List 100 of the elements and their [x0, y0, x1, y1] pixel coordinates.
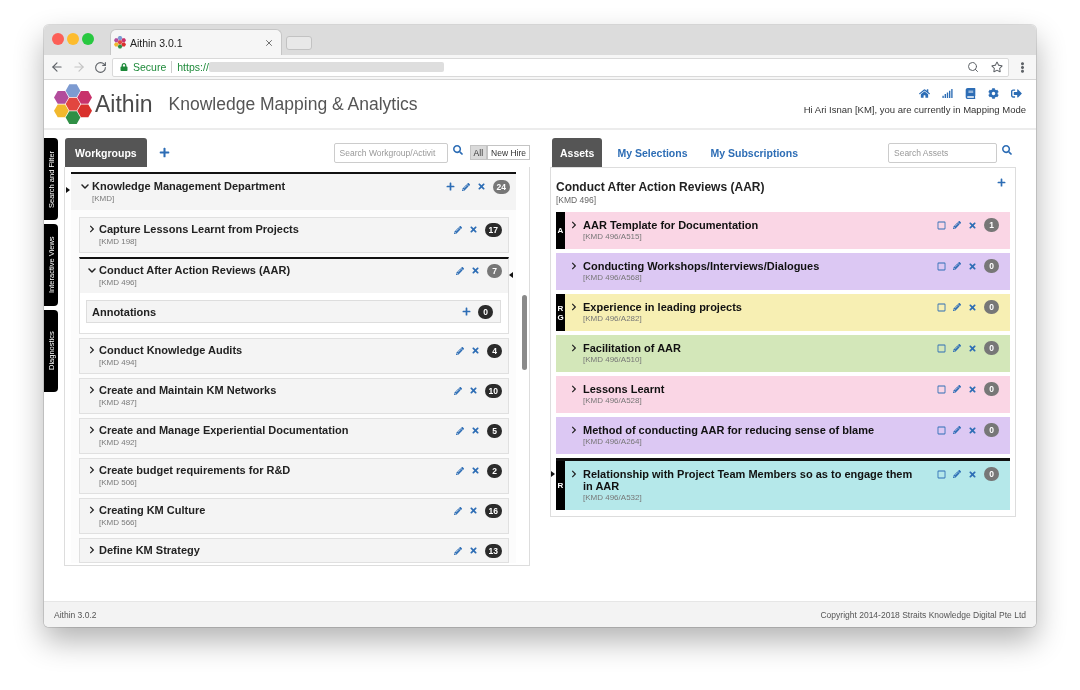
chevron-down-icon[interactable]	[88, 266, 96, 275]
address-field[interactable]: Secure https://	[112, 57, 1009, 77]
close-icon[interactable]	[968, 469, 977, 479]
chevron-right-icon[interactable]	[88, 426, 96, 434]
filter-button[interactable]: New Hire	[487, 145, 530, 160]
activity-card[interactable]: Creating KM Culture [KMD 566] 16	[79, 498, 509, 534]
edit-icon[interactable]	[453, 225, 462, 234]
chevron-right-icon[interactable]	[570, 344, 578, 352]
close-icon[interactable]	[968, 425, 977, 435]
chevron-right-icon[interactable]	[570, 385, 578, 393]
count-badge: 4	[487, 343, 502, 358]
edit-icon[interactable]	[456, 466, 464, 475]
chevron-right-icon[interactable]	[570, 426, 578, 434]
edit-icon[interactable]	[456, 346, 464, 355]
plus-icon[interactable]	[462, 307, 471, 316]
reload-icon[interactable]	[94, 60, 107, 74]
star-icon[interactable]	[991, 61, 1003, 73]
edit-icon[interactable]	[953, 385, 961, 393]
search-icon[interactable]	[1002, 144, 1012, 155]
asset-title: Conducting Workshops/Interviews/Dialogues	[583, 260, 821, 272]
activity-card[interactable]: Conduct Knowledge Audits [KMD 494] 4	[79, 338, 509, 374]
activity-card[interactable]: Define KM Strategy 13	[79, 538, 509, 563]
asset-row[interactable]: Conducting Workshops/Interviews/Dialogues [KMD 496/A568] 0	[556, 253, 1010, 290]
chevron-right-icon[interactable]	[88, 466, 96, 474]
close-icon[interactable]	[468, 506, 478, 515]
count-badge: 16	[484, 503, 502, 518]
activity-card[interactable]: Create and Maintain KM Networks [KMD 487] 10	[79, 378, 509, 414]
chevron-right-icon[interactable]	[88, 546, 96, 554]
close-icon[interactable]	[468, 225, 478, 234]
close-icon[interactable]	[471, 466, 480, 475]
activity-code: [KMD 494]	[99, 357, 138, 368]
chevron-right-icon[interactable]	[570, 303, 578, 311]
chevron-right-icon[interactable]	[88, 386, 96, 394]
close-icon[interactable]	[476, 182, 486, 191]
close-icon[interactable]	[471, 346, 480, 355]
edit-icon[interactable]	[453, 386, 462, 395]
edit-icon[interactable]	[456, 426, 464, 435]
asset-row[interactable]: A AAR Template for Documentation [KMD 496/A515] 1	[556, 212, 1010, 249]
panel-tab[interactable]: My Subscriptions	[702, 138, 806, 167]
close-icon[interactable]	[468, 386, 478, 395]
edit-icon[interactable]	[953, 262, 961, 270]
edit-icon[interactable]	[453, 506, 462, 515]
edit-icon[interactable]	[953, 426, 961, 434]
chevron-right-icon[interactable]	[570, 262, 578, 270]
activity-title: Capture Lessons Learnt from Projects	[99, 223, 300, 236]
book-icon[interactable]	[965, 88, 976, 99]
triangle-pointer-icon	[509, 272, 513, 278]
edit-icon[interactable]	[953, 221, 961, 229]
chevron-right-icon[interactable]	[88, 346, 96, 354]
search-icon[interactable]	[452, 144, 463, 155]
chevron-right-icon[interactable]	[88, 225, 96, 233]
sign-out-icon[interactable]	[1011, 88, 1022, 99]
close-icon[interactable]	[264, 37, 274, 48]
asset-row[interactable]: R G Experience in leading projects [KMD 496/A282] 0	[556, 294, 1010, 331]
edit-icon[interactable]	[953, 470, 961, 478]
chevron-right-icon[interactable]	[570, 470, 578, 478]
plus-icon[interactable]	[158, 147, 170, 158]
browser-tab[interactable]: Aithin 3.0.1	[110, 29, 282, 55]
close-icon[interactable]	[968, 261, 977, 271]
close-icon[interactable]	[968, 220, 977, 230]
scrollbar-thumb[interactable]	[522, 295, 527, 370]
activity-card[interactable]: Capture Lessons Learnt from Projects [KMD 198] 17	[79, 217, 509, 253]
close-icon[interactable]	[968, 302, 977, 312]
plus-icon[interactable]	[997, 178, 1006, 187]
asset-title: Lessons Learnt	[583, 383, 666, 395]
chevron-down-icon[interactable]	[81, 182, 89, 191]
edit-icon[interactable]	[953, 344, 961, 352]
activity-code: [KMD 496]	[99, 277, 138, 288]
bar-chart-icon[interactable]	[942, 88, 953, 99]
chevron-right-icon[interactable]	[570, 221, 578, 229]
asset-code: [KMD 496/A510]	[583, 354, 643, 365]
asset-row[interactable]: Method of conducting AAR for reducing sense of blame [KMD 496/A264] 0	[556, 417, 1010, 454]
search-icon[interactable]	[967, 61, 979, 73]
asset-row[interactable]: Facilitation of AAR [KMD 496/A510] 0	[556, 335, 1010, 372]
close-icon[interactable]	[968, 384, 977, 394]
plus-icon[interactable]	[445, 182, 455, 191]
close-icon[interactable]	[471, 266, 480, 275]
edit-icon[interactable]	[461, 182, 470, 191]
panel-tab[interactable]: Assets	[552, 138, 603, 167]
annotations-panel[interactable]: Annotations 0	[86, 300, 501, 323]
settings-icon[interactable]	[988, 88, 999, 99]
close-icon[interactable]	[471, 426, 480, 435]
activity-card[interactable]: Create budget requirements for R&D [KMD 506] 2	[79, 458, 509, 494]
search-field[interactable]: Search Workgroup/Activit	[333, 142, 448, 163]
close-icon[interactable]	[968, 343, 977, 353]
panel-tab[interactable]: My Selections	[609, 138, 696, 167]
close-icon[interactable]	[468, 546, 478, 555]
asset-row[interactable]: Lessons Learnt [KMD 496/A528] 0	[556, 376, 1010, 413]
edit-icon[interactable]	[953, 303, 961, 311]
back-icon[interactable]	[50, 60, 64, 74]
edit-icon[interactable]	[453, 546, 462, 555]
chevron-right-icon[interactable]	[88, 506, 96, 514]
activity-card[interactable]: Create and Manage Experiential Documentation [KMD 492] 5	[79, 418, 509, 454]
search-field[interactable]: Search Assets	[888, 142, 997, 163]
edit-icon[interactable]	[456, 266, 464, 275]
count-badge: 0	[984, 382, 999, 396]
home-icon[interactable]	[919, 88, 930, 99]
tag-letter: R	[557, 303, 564, 313]
filter-button[interactable]: All	[469, 145, 488, 160]
panel-tab[interactable]: Workgroups	[65, 138, 147, 167]
